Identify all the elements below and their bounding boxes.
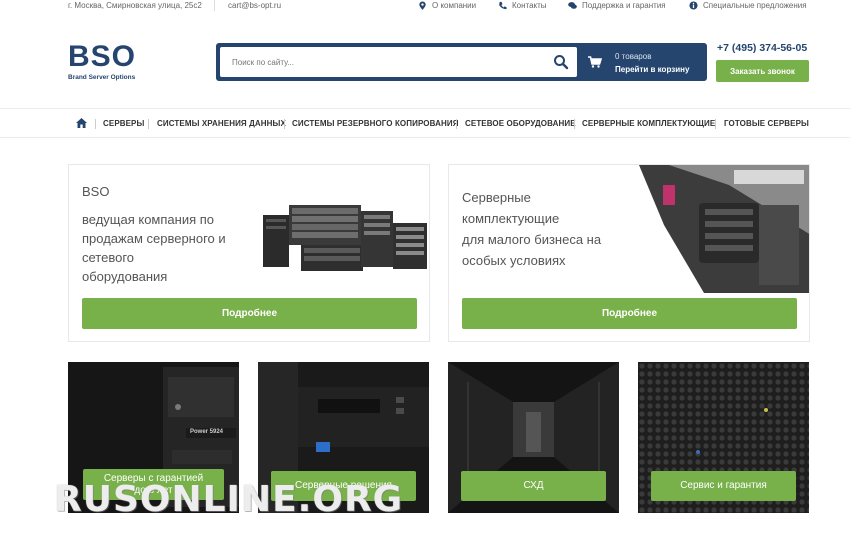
site-header: BSO Brand Server Options 0 товаров Перей… [0,28,850,108]
promo-title: BSO [82,184,110,199]
phone-icon [499,1,507,10]
nav-divider [148,119,149,129]
support-link-label: Поддержка и гарантия [582,1,666,10]
promo-line: комплектующие [462,211,560,226]
address-text: г. Москва, Смирновская улица, 25с2 [68,1,202,10]
server-rack-image [263,205,427,271]
nav-item-network[interactable]: СЕТЕВОЕ ОБОРУДОВАНИЕ [465,119,576,128]
nav-item-storage[interactable]: СИСТЕМЫ ХРАНЕНИЯ ДАННЫХ [157,119,286,128]
promo-card-company: BSO ведущая компания по продажам серверн… [68,164,430,342]
nav-divider [95,119,96,129]
search-bar: 0 товаров Перейти в корзину [216,43,707,81]
nav-item-servers[interactable]: СЕРВЕРЫ [103,119,144,128]
cart-icon [588,56,602,68]
storage-button[interactable]: СХД [461,471,606,501]
watermark: RUSONLINE.ORG [54,479,404,520]
promo-line: оборудования [82,269,168,284]
nav-divider [574,119,575,129]
phone-number[interactable]: +7 (495) 374-56-05 [717,42,807,54]
nav-divider [715,119,716,129]
search-icon[interactable] [552,53,570,71]
special-offers-label: Специальные предложения [703,1,807,10]
promo-line: ведущая компания по [82,212,214,227]
top-bar: г. Москва, Смирновская улица, 25с2 cart@… [0,0,850,13]
main-nav: СЕРВЕРЫ СИСТЕМЫ ХРАНЕНИЯ ДАННЫХ СИСТЕМЫ … [0,108,850,138]
about-link-label: О компании [432,1,477,10]
chat-icon [568,2,577,9]
logo[interactable]: BSO Brand Server Options [68,40,137,82]
callback-button[interactable]: Заказать звонок [716,60,809,82]
promo-line: Серверные [462,190,531,205]
map-pin-icon [419,1,426,10]
nav-divider [456,119,457,129]
promo-line: продажам серверного и [82,231,226,246]
contacts-link[interactable]: Контакты [498,1,547,10]
cart-count: 0 товаров [615,52,652,61]
home-icon[interactable] [76,118,87,128]
divider [214,0,215,11]
more-button-components[interactable]: Подробнее [462,298,797,329]
support-link[interactable]: Поддержка и гарантия [568,1,666,10]
nav-item-components[interactable]: СЕРВЕРНЫЕ КОМПЛЕКТУЮЩИЕ [582,119,715,128]
promo-card-components: Серверные комплектующие для малого бизне… [448,164,810,342]
nav-divider [284,119,285,129]
nav-item-ready-servers[interactable]: ГОТОВЫЕ СЕРВЕРЫ [724,119,809,128]
service-button[interactable]: Сервис и гарантия [651,471,796,501]
special-offers-link[interactable]: Специальные предложения [689,1,807,10]
promo-line: особых условиях [462,253,566,268]
contacts-link-label: Контакты [512,1,547,10]
email-link[interactable]: cart@bs-opt.ru [228,1,281,10]
about-link[interactable]: О компании [418,1,476,10]
search-input[interactable] [220,47,577,77]
logo-text: BSO [68,40,137,73]
nav-item-backup[interactable]: СИСТЕМЫ РЕЗЕРВНОГО КОПИРОВАНИЯ [292,119,459,128]
more-button-company[interactable]: Подробнее [82,298,417,329]
info-icon [689,1,698,10]
category-tile-storage[interactable]: СХД [448,362,619,513]
drive-caddy-image [639,165,809,293]
category-tile-service[interactable]: Сервис и гарантия [638,362,809,513]
promo-line: для малого бизнеса на [462,232,602,247]
cart-link[interactable]: Перейти в корзину [615,65,689,74]
logo-tagline: Brand Server Options [68,74,136,81]
promo-line: сетевого [82,250,135,265]
server-model-label: Power 5924 [190,429,224,435]
